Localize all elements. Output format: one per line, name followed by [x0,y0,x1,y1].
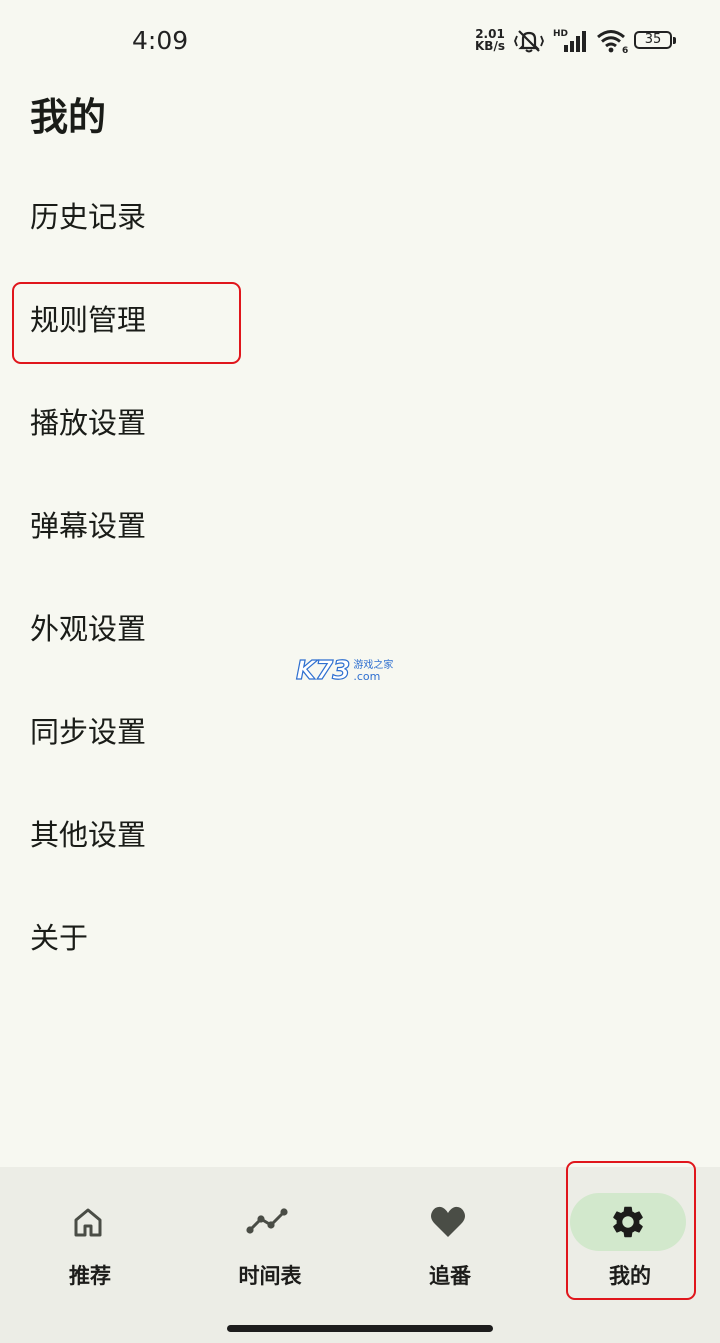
heart-icon [431,1206,465,1237]
wifi-badge: 6 [622,46,628,54]
nav-pill [30,1193,146,1251]
nav-item-timeline[interactable]: 时间表 [180,1167,360,1343]
menu-item-label: 关于 [30,920,89,955]
nav-item-following[interactable]: 追番 [360,1167,540,1343]
menu-item-label: 播放设置 [30,405,147,440]
nav-label: 时间表 [238,1264,302,1288]
watermark-logo: K73 [295,655,351,686]
status-icons: HD 6 [514,27,630,55]
nav-pill-active [570,1193,686,1251]
menu-item-label: 历史记录 [30,199,147,234]
menu-item-history[interactable]: 历史记录 [0,163,720,266]
menu-item-other-settings[interactable]: 其他设置 [0,781,720,884]
menu-item-danmaku-settings[interactable]: 弹幕设置 [0,472,720,575]
menu-item-playback-settings[interactable]: 播放设置 [0,369,720,472]
signal-icon: HD [553,29,586,52]
mute-vibrate-icon [514,30,544,53]
network-badge: HD [553,29,568,39]
nav-pill [390,1193,506,1251]
nav-label: 我的 [609,1264,651,1288]
menu-item-label: 其他设置 [30,817,147,852]
menu-item-label: 同步设置 [30,714,147,749]
settings-menu: 历史记录 规则管理 播放设置 弹幕设置 外观设置 同步设置 其他设置 关于 [0,163,720,987]
home-icon [74,1208,102,1237]
nav-label: 推荐 [69,1264,111,1288]
nav-item-mine[interactable]: 我的 [540,1167,720,1343]
watermark-domain: .com [353,670,381,683]
battery-icon: 35 [634,31,676,49]
nav-pill [210,1193,326,1251]
menu-item-label: 外观设置 [30,611,147,646]
gear-icon [613,1206,643,1238]
timeline-icon [246,1208,288,1234]
network-speed: 2.01 KB/s [475,28,505,52]
menu-item-rule-management[interactable]: 规则管理 [0,266,720,369]
home-indicator[interactable] [227,1325,493,1332]
status-bar: 4:09 2.01 KB/s HD 6 35 [0,0,720,80]
watermark: K73 游戏之家 .com [295,655,422,686]
menu-item-label: 弹幕设置 [30,508,147,543]
status-time: 4:09 [132,26,189,55]
battery-level: 35 [644,32,662,47]
nav-item-recommend[interactable]: 推荐 [0,1167,180,1343]
bottom-nav: 推荐 时间表 追番 我的 [0,1167,720,1343]
wifi-icon: 6 [597,30,628,54]
network-speed-unit: KB/s [475,39,505,53]
watermark-text: 游戏之家 .com [353,660,393,682]
menu-item-about[interactable]: 关于 [0,884,720,987]
page-title: 我的 [30,95,107,139]
menu-item-sync-settings[interactable]: 同步设置 [0,678,720,781]
nav-label: 追番 [429,1264,471,1288]
menu-item-label: 规则管理 [30,302,147,337]
